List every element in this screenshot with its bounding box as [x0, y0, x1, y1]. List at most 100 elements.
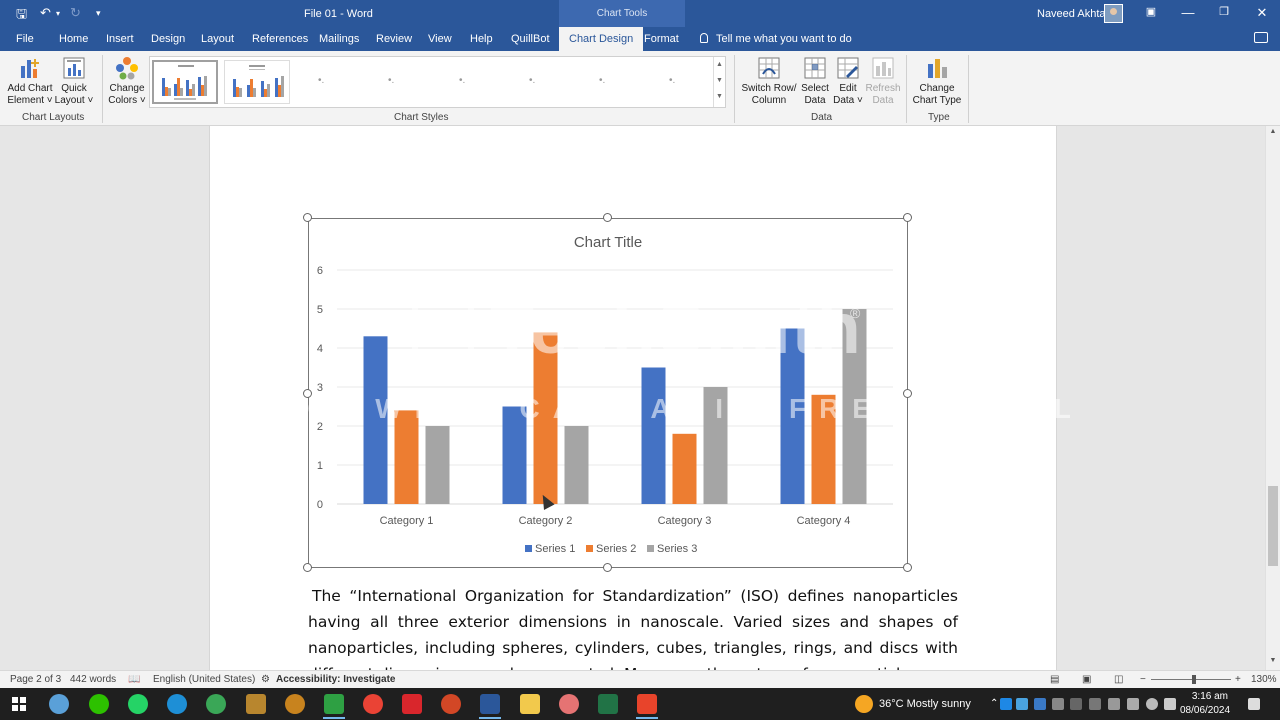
web-layout-icon[interactable]: ◫: [1114, 674, 1123, 685]
undo-icon[interactable]: ↶: [40, 5, 51, 21]
wifi-icon[interactable]: [1146, 698, 1158, 710]
tell-me-search[interactable]: Tell me what you want to do: [700, 27, 852, 51]
tab-review[interactable]: Review: [374, 27, 414, 51]
legend-entry[interactable]: Series 2: [596, 543, 636, 555]
select-data-button[interactable]: Select Data: [799, 56, 831, 107]
tray-app-icon-5[interactable]: [1089, 698, 1101, 710]
legend-entry[interactable]: Series 1: [535, 543, 575, 555]
zoom-slider[interactable]: [1151, 679, 1231, 680]
tray-chevron-icon[interactable]: ⌃: [990, 698, 998, 709]
tab-help[interactable]: Help: [468, 27, 495, 51]
volume-icon[interactable]: [1164, 698, 1176, 710]
tab-home[interactable]: Home: [57, 27, 90, 51]
bar-series-3[interactable]: [425, 426, 450, 504]
comments-icon[interactable]: [1254, 32, 1268, 43]
resize-handle-top[interactable]: [603, 213, 612, 222]
clock-date[interactable]: 08/06/2024: [1180, 705, 1230, 716]
tab-view[interactable]: View: [426, 27, 454, 51]
ribbon-display-options-icon[interactable]: ▣: [1141, 5, 1161, 18]
tab-insert[interactable]: Insert: [104, 27, 136, 51]
legend-entry[interactable]: Series 3: [657, 543, 697, 555]
bar-series-2[interactable]: [672, 433, 697, 504]
change-chart-type-button[interactable]: Change Chart Type: [911, 56, 963, 107]
save-icon[interactable]: 🖫: [16, 5, 27, 27]
powerpoint-icon[interactable]: [441, 694, 461, 714]
clock-time[interactable]: 3:16 am: [1180, 691, 1228, 702]
resize-handle-top-left[interactable]: [303, 213, 312, 222]
chart-style-5[interactable]: •.: [459, 75, 469, 86]
avatar[interactable]: [1104, 4, 1123, 23]
switch-row-column-button[interactable]: Switch Row/ Column: [740, 56, 798, 107]
zoom-out-icon[interactable]: −: [1140, 674, 1146, 685]
tab-quillbot[interactable]: QuillBot: [509, 27, 552, 51]
chart-title[interactable]: Chart Title: [574, 234, 642, 251]
bar-series-3[interactable]: [564, 426, 589, 504]
vertical-scrollbar[interactable]: ▲ ▼: [1265, 126, 1280, 670]
tray-app-icon-6[interactable]: [1127, 698, 1139, 710]
resize-handle-bottom-right[interactable]: [903, 563, 912, 572]
tab-references[interactable]: References: [250, 27, 310, 51]
accessibility-status[interactable]: Accessibility: Investigate: [276, 674, 396, 685]
tray-app-icon-1[interactable]: [1016, 698, 1028, 710]
app-icon-10[interactable]: [402, 694, 422, 714]
restore-icon[interactable]: ❐: [1214, 5, 1234, 18]
gallery-scroll-down-icon[interactable]: ▼: [714, 73, 725, 89]
gallery-scroll-up-icon[interactable]: ▲: [714, 57, 725, 73]
undo-dropdown-icon[interactable]: ▾: [56, 9, 60, 18]
chrome-icon[interactable]: [363, 694, 383, 714]
app-icon-1[interactable]: [49, 694, 69, 714]
app-icon-6[interactable]: [246, 694, 266, 714]
scroll-thumb[interactable]: [1268, 486, 1278, 566]
zoom-level[interactable]: 130%: [1251, 674, 1277, 685]
weather-text[interactable]: 36°C Mostly sunny: [879, 698, 971, 710]
gallery-scroll[interactable]: ▲ ▼ ▼: [713, 57, 725, 107]
word-icon[interactable]: [480, 694, 500, 714]
tab-layout[interactable]: Layout: [199, 27, 236, 51]
tab-file[interactable]: File: [14, 27, 36, 51]
edit-data-button[interactable]: Edit Data ˅: [832, 56, 864, 107]
proofing-icon[interactable]: 📖: [128, 674, 140, 685]
resize-handle-bottom[interactable]: [603, 563, 612, 572]
chart-style-8[interactable]: •.: [669, 75, 679, 86]
microphone-icon[interactable]: [1108, 698, 1120, 710]
camtasia-recorder-icon[interactable]: [637, 694, 657, 714]
camtasia-icon[interactable]: [324, 694, 344, 714]
windows-start-icon[interactable]: [12, 697, 26, 711]
gallery-more-icon[interactable]: ▼: [714, 89, 725, 105]
language[interactable]: English (United States): [153, 674, 255, 685]
zoom-slider-knob[interactable]: [1192, 675, 1196, 684]
notifications-icon[interactable]: [1248, 698, 1260, 710]
scroll-up-icon[interactable]: ▲: [1266, 128, 1280, 135]
app-icon-14[interactable]: [559, 694, 579, 714]
print-layout-icon[interactable]: ▣: [1082, 674, 1091, 685]
zoom-in-icon[interactable]: +: [1235, 674, 1241, 685]
chart-style-1[interactable]: [152, 60, 218, 104]
resize-handle-bottom-left[interactable]: [303, 563, 312, 572]
quick-layout-button[interactable]: Quick Layout ˅: [54, 56, 94, 107]
tab-format[interactable]: Format: [642, 27, 681, 51]
app-icon-cd[interactable]: [206, 694, 226, 714]
close-icon[interactable]: ✕: [1252, 5, 1272, 21]
chart-style-4[interactable]: •.: [388, 75, 398, 86]
file-explorer-icon[interactable]: [520, 694, 540, 714]
tray-app-icon-3[interactable]: [1052, 698, 1064, 710]
bar-series-1[interactable]: [641, 367, 666, 505]
customize-toolbar-icon[interactable]: ▾: [96, 8, 101, 19]
page-count[interactable]: Page 2 of 3: [10, 674, 61, 685]
tab-chart-design[interactable]: Chart Design: [559, 27, 644, 51]
weather-icon[interactable]: [855, 695, 873, 713]
add-chart-element-button[interactable]: Add Chart Element ˅: [6, 56, 54, 107]
chart-style-7[interactable]: •.: [599, 75, 609, 86]
tray-app-icon-4[interactable]: [1070, 698, 1082, 710]
chart-style-2[interactable]: [224, 60, 290, 104]
read-mode-icon[interactable]: ▤: [1050, 674, 1059, 685]
tab-design[interactable]: Design: [149, 27, 187, 51]
wechat-icon[interactable]: [89, 694, 109, 714]
edge-icon[interactable]: [167, 694, 187, 714]
whatsapp-icon[interactable]: [128, 694, 148, 714]
scroll-down-icon[interactable]: ▼: [1266, 657, 1280, 664]
word-count[interactable]: 442 words: [70, 674, 116, 685]
change-colors-button[interactable]: Change Colors ˅: [106, 56, 148, 107]
chart-style-3[interactable]: •.: [318, 75, 328, 86]
resize-handle-top-right[interactable]: [903, 213, 912, 222]
